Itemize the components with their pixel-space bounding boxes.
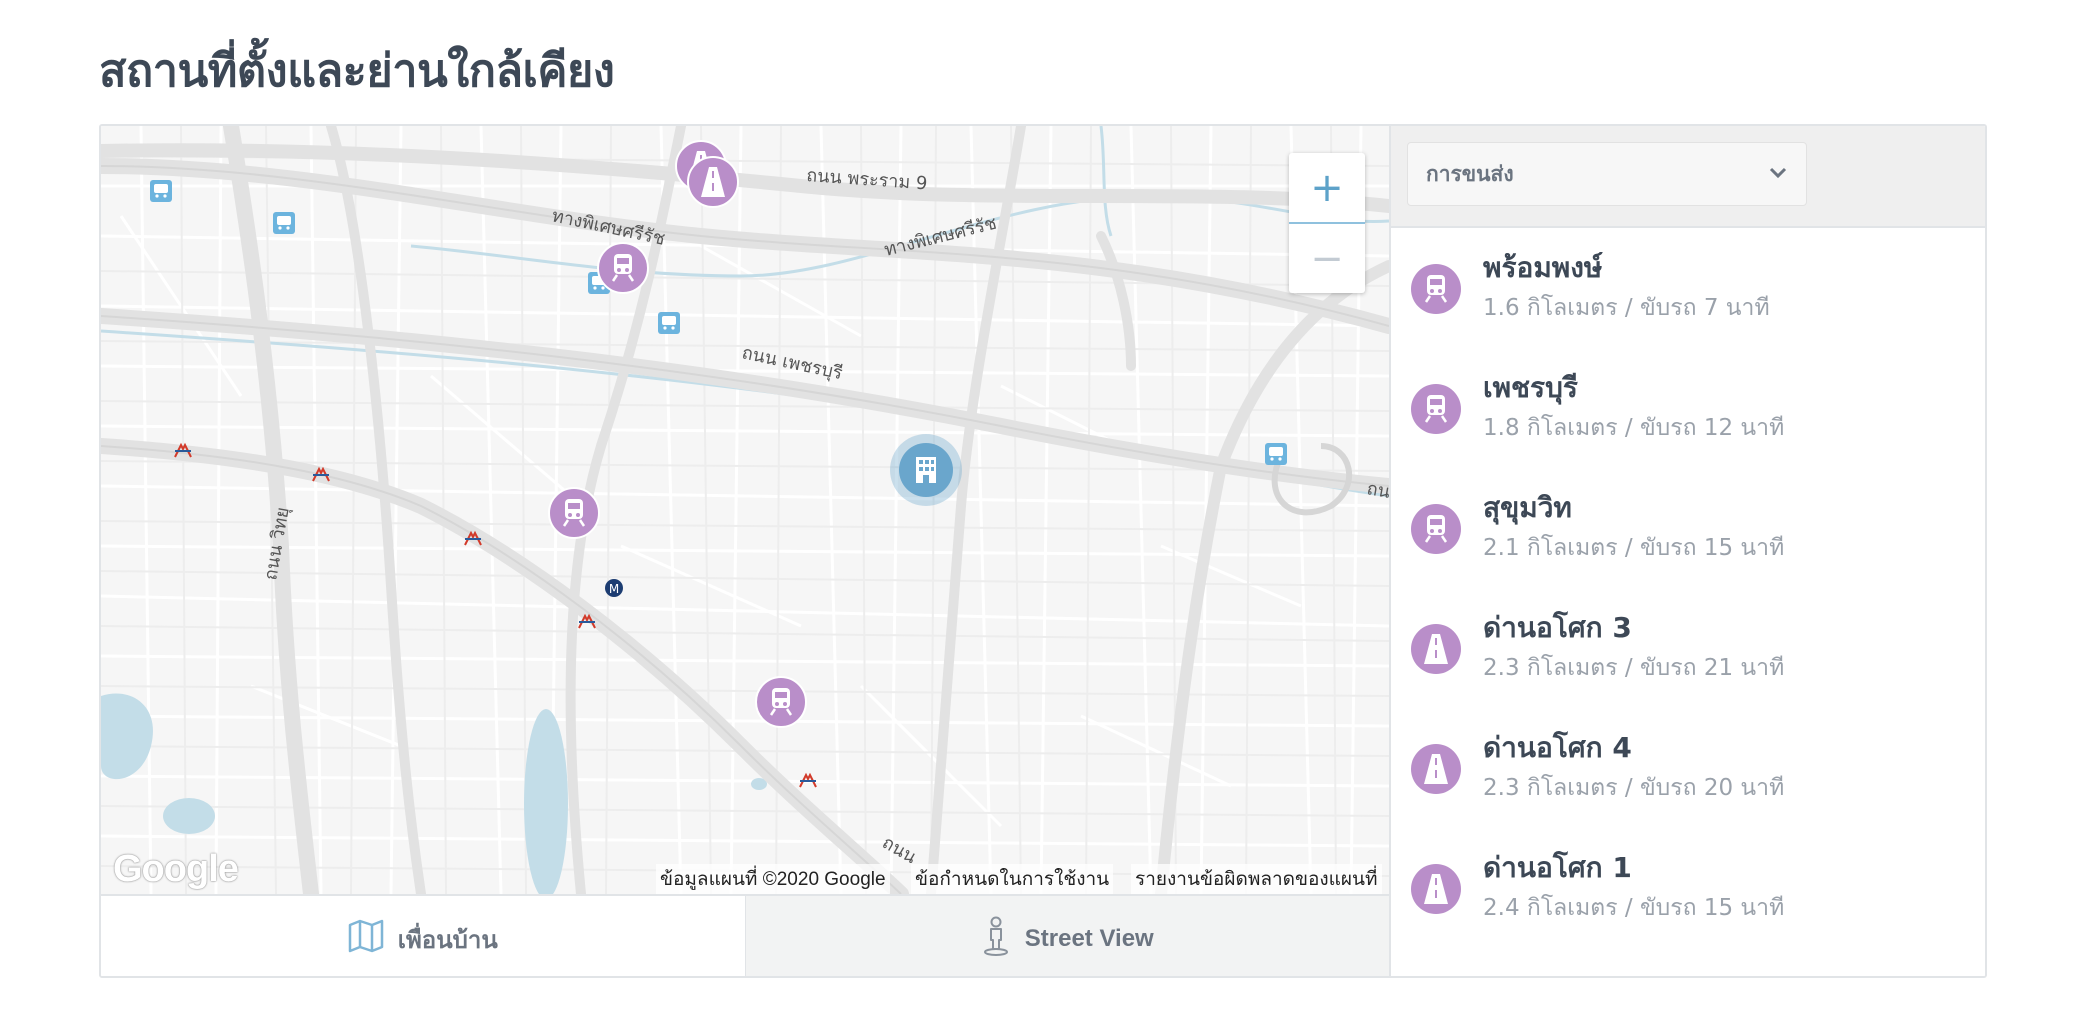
place-name: พร้อมพงษ์ [1483,251,1603,284]
place-distance: 1.6 กิโลเมตร / ขับรถ 7 นาที [1483,295,1770,321]
place-name: ด่านอโศก 1 [1483,851,1632,884]
pegman-icon [981,916,1011,963]
report-map-error-link[interactable]: รายงานข้อผิดพลาดของแผนที่ [1131,864,1382,894]
list-item[interactable]: สุขุมวิท 2.1 กิโลเมตร / ขับรถ 15 นาที [1411,484,1971,584]
list-item[interactable]: ด่านอโศก 1 2.4 กิโลเมตร / ขับรถ 15 นาที [1411,844,1971,944]
place-distance: 2.1 กิโลเมตร / ขับรถ 15 นาที [1483,535,1785,561]
tab-neighbors-label: เพื่อนบ้าน [397,926,498,954]
place-name: ด่านอโศก 3 [1483,611,1632,644]
map-data-credit: ข้อมูลแผนที่ ©2020 Google [656,864,890,894]
zoom-control: + − [1289,153,1365,293]
bus-stop-icon [150,180,172,202]
location-panel: ถนน พระราม 9 ทางพิเศษศรีรัช ทางพิเศษศรีร… [99,124,1987,978]
list-item[interactable]: ด่านอโศก 3 2.3 กิโลเมตร / ขับรถ 21 นาที [1411,604,1971,704]
train-marker-icon[interactable] [547,486,601,540]
sidebar-header: การขนส่ง [1391,126,1985,228]
tab-street-view-label: Street View [1024,925,1154,952]
road-label-edge: ถน [1365,478,1389,503]
category-select-value: การขนส่ง [1426,161,1514,186]
road-icon [1411,864,1461,914]
page-title: สถานที่ตั้งและย่านใกล้เคียง [99,44,615,97]
expressway-marker-icon[interactable] [687,156,739,208]
mrt-icon: M [605,579,623,597]
road-icon [1411,624,1461,674]
map-icon [348,919,384,960]
svg-text:M: M [609,582,619,596]
bus-stop-icon [273,212,295,234]
list-item[interactable]: เพชรบุรี 1.8 กิโลเมตร / ขับรถ 12 นาที [1411,364,1971,464]
zoom-in-button[interactable]: + [1289,153,1365,222]
chevron-down-icon [1768,165,1788,184]
map[interactable]: ถนน พระราม 9 ทางพิเศษศรีรัช ทางพิเศษศรีร… [101,126,1389,894]
place-distance: 2.4 กิโลเมตร / ขับรถ 15 นาที [1483,895,1785,921]
tab-street-view[interactable]: Street View [745,896,1389,976]
bus-stop-icon [1265,443,1287,465]
google-logo: Google [113,848,239,890]
place-distance: 2.3 กิโลเมตร / ขับรถ 20 นาที [1483,775,1785,801]
property-marker-icon[interactable] [890,434,962,506]
train-marker-icon[interactable] [596,241,650,295]
terms-link[interactable]: ข้อกำหนดในการใช้งาน [911,864,1114,894]
train-icon [1411,384,1461,434]
nearby-places-sidebar: การขนส่ง พร้อมพงษ์ 1.6 กิโลเมตร / ขับรถ … [1389,126,1985,976]
train-icon [1411,264,1461,314]
place-name: เพชรบุรี [1483,371,1578,404]
place-distance: 1.8 กิโลเมตร / ขับรถ 12 นาที [1483,415,1785,441]
bus-stop-icon [658,312,680,334]
map-view-tabs: เพื่อนบ้าน Street View [101,894,1389,976]
category-select[interactable]: การขนส่ง [1407,142,1807,206]
list-item[interactable]: ด่านอโศก 4 2.3 กิโลเมตร / ขับรถ 20 นาที [1411,724,1971,824]
road-icon [1411,744,1461,794]
train-icon [1411,504,1461,554]
place-name: ด่านอโศก 4 [1483,731,1632,764]
place-distance: 2.3 กิโลเมตร / ขับรถ 21 นาที [1483,655,1785,681]
tab-neighbors[interactable]: เพื่อนบ้าน [101,896,746,976]
place-name: สุขุมวิท [1483,491,1572,524]
zoom-out-button[interactable]: − [1289,224,1365,293]
map-streets: ถนน พระราม 9 ทางพิเศษศรีรัช ทางพิเศษศรีร… [101,126,1389,894]
train-marker-icon[interactable] [754,675,808,729]
list-item[interactable]: พร้อมพงษ์ 1.6 กิโลเมตร / ขับรถ 7 นาที [1411,244,1971,344]
